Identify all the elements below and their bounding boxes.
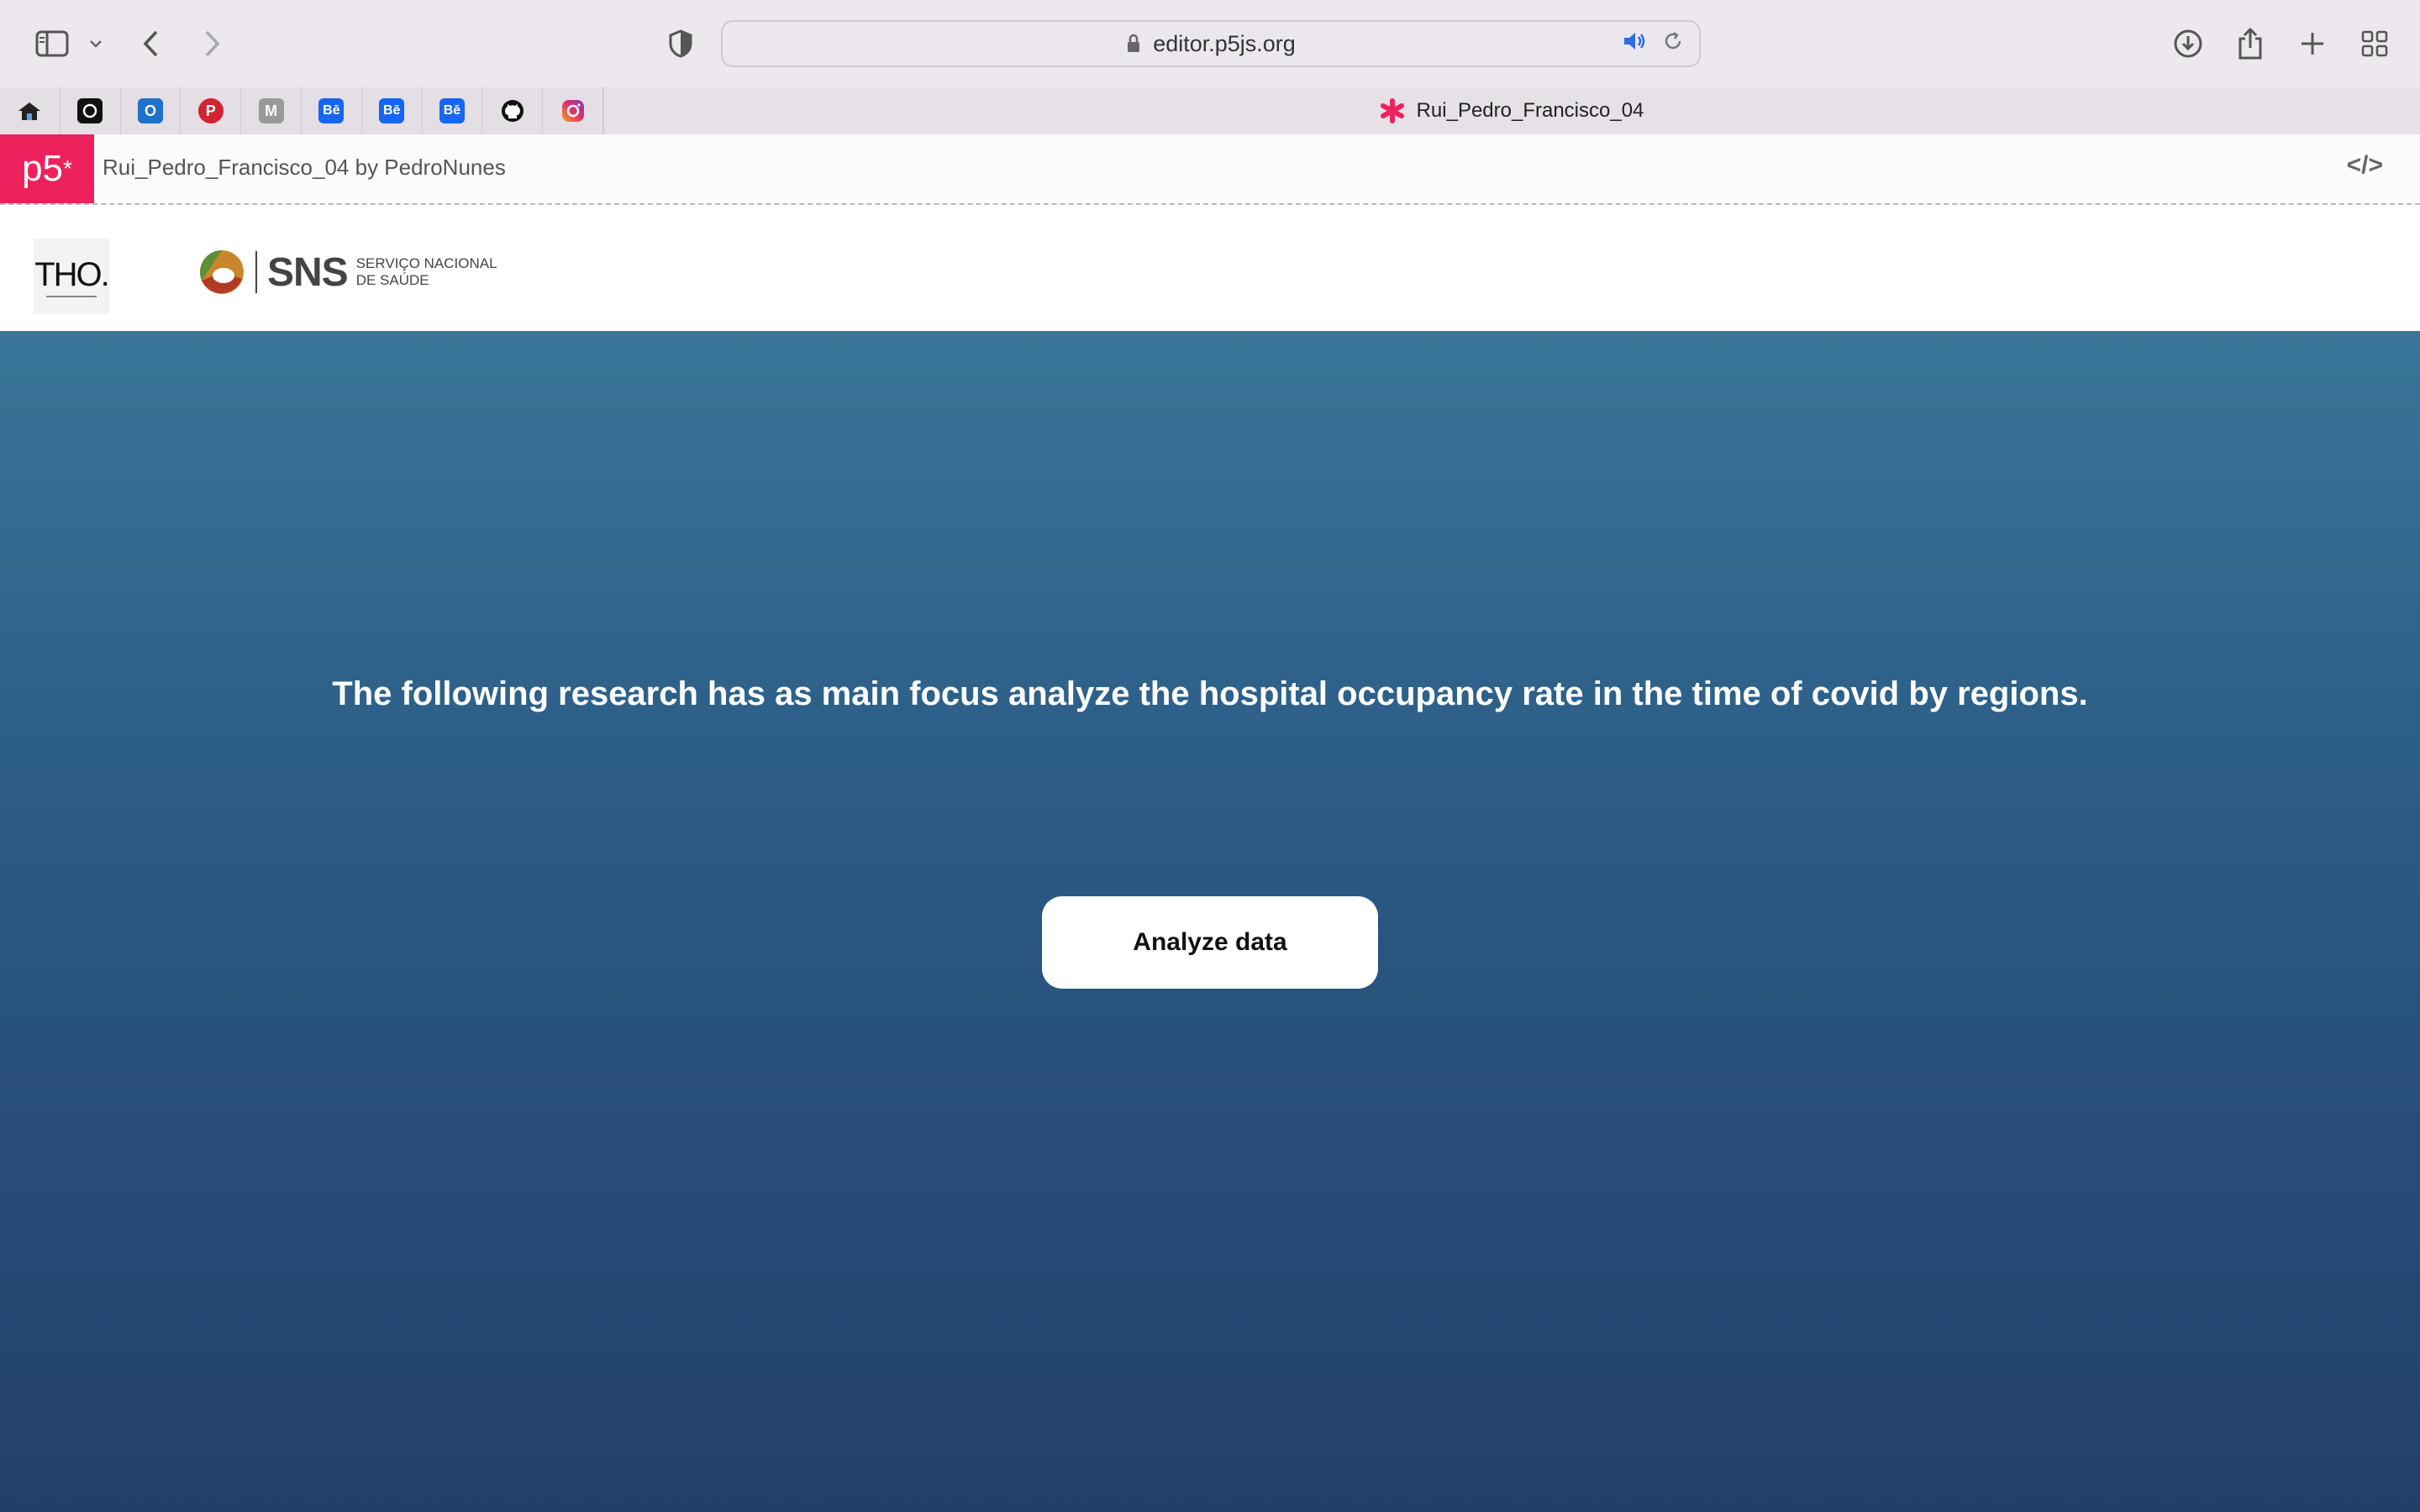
privacy-report-button[interactable] bbox=[655, 18, 706, 69]
sns-subtitle-line1: SERVIÇO NACIONAL bbox=[355, 255, 497, 271]
sketch-title[interactable]: Rui_Pedro_Francisco_04 by PedroNunes bbox=[103, 155, 506, 181]
sns-separator bbox=[255, 251, 257, 293]
sidebar-toggle-button[interactable] bbox=[27, 18, 77, 69]
browser-toolbar: editor.p5js.org bbox=[0, 0, 2420, 87]
share-icon bbox=[2238, 27, 2262, 60]
tab-bar: O P M Bē Bē Bē Rui_Pedro_Francisco_04 bbox=[0, 87, 2420, 135]
favorite-instagram[interactable] bbox=[543, 87, 603, 134]
home-icon bbox=[18, 102, 41, 120]
favorite-pinterest[interactable]: P bbox=[181, 87, 242, 134]
speaker-icon[interactable] bbox=[1622, 30, 1647, 52]
sns-subtitle: SERVIÇO NACIONAL DE SAÚDE bbox=[356, 255, 497, 289]
favorite-outlook[interactable]: O bbox=[121, 87, 182, 134]
intro-text: The following research has as main focus… bbox=[332, 675, 2088, 712]
p5-logo[interactable]: p5 * bbox=[0, 134, 94, 203]
chevron-right-icon bbox=[205, 30, 220, 57]
p5-asterisk-icon bbox=[1380, 98, 1404, 123]
grid-icon bbox=[2361, 30, 2388, 57]
outlook-icon: O bbox=[137, 98, 163, 123]
behance-icon: Bē bbox=[439, 98, 465, 123]
new-tab-button[interactable] bbox=[2287, 18, 2338, 69]
view-code-icon[interactable]: </> bbox=[2347, 151, 2383, 180]
tho-logo-underline bbox=[46, 295, 97, 297]
active-tab-title: Rui_Pedro_Francisco_04 bbox=[1416, 99, 1644, 122]
plus-icon bbox=[2302, 33, 2323, 55]
tho-logo-text: THO. bbox=[34, 255, 110, 293]
sns-mark-icon bbox=[200, 250, 244, 294]
address-bar[interactable]: editor.p5js.org bbox=[721, 20, 1701, 67]
favorite-github[interactable] bbox=[482, 87, 544, 134]
url-text: editor.p5js.org bbox=[1153, 30, 1296, 56]
chevron-down-icon bbox=[90, 40, 102, 48]
circle-app-icon bbox=[77, 98, 103, 123]
favorite-circle-app[interactable] bbox=[60, 87, 121, 134]
active-tab[interactable]: Rui_Pedro_Francisco_04 bbox=[603, 87, 2420, 134]
pinterest-icon: P bbox=[197, 98, 224, 123]
chevron-left-icon bbox=[143, 30, 158, 57]
favorites-bar: O P M Bē Bē Bē bbox=[0, 87, 604, 134]
back-button[interactable] bbox=[126, 18, 176, 69]
analyze-data-button[interactable]: Analyze data bbox=[1042, 896, 1378, 989]
shield-icon bbox=[669, 29, 692, 58]
reload-icon[interactable] bbox=[1662, 30, 1684, 52]
sidebar-icon bbox=[35, 30, 69, 57]
medium-icon: M bbox=[258, 98, 284, 123]
favorite-behance-2[interactable]: Bē bbox=[362, 87, 423, 134]
logo-header: THO. SNS SERVIÇO NACIONAL DE SAÚDE bbox=[0, 205, 2420, 331]
favorite-behance-3[interactable]: Bē bbox=[423, 87, 483, 134]
sns-subtitle-line2: DE SAÚDE bbox=[355, 272, 429, 288]
instagram-icon bbox=[561, 100, 584, 122]
lock-icon bbox=[1128, 34, 1140, 52]
tab-overview-button[interactable] bbox=[2349, 18, 2400, 69]
behance-icon: Bē bbox=[379, 98, 405, 123]
favorite-behance-1[interactable]: Bē bbox=[302, 87, 362, 134]
sns-logo: SNS SERVIÇO NACIONAL DE SAÚDE bbox=[198, 245, 497, 299]
forward-button[interactable] bbox=[187, 18, 237, 69]
share-button[interactable] bbox=[2225, 18, 2275, 69]
favorite-medium[interactable]: M bbox=[241, 87, 302, 134]
p5-logo-text: p5 bbox=[22, 148, 64, 189]
p5-logo-star: * bbox=[63, 155, 72, 181]
download-icon bbox=[2174, 29, 2202, 58]
github-icon bbox=[501, 100, 523, 122]
p5-editor-header: p5 * Rui_Pedro_Francisco_04 by PedroNunes… bbox=[0, 134, 2420, 205]
tho-logo: THO. bbox=[34, 239, 110, 314]
sidebar-menu-chevron[interactable] bbox=[71, 18, 121, 69]
hero-section: The following research has as main focus… bbox=[0, 331, 2420, 1512]
favorite-home[interactable] bbox=[0, 87, 60, 134]
downloads-button[interactable] bbox=[2163, 18, 2213, 69]
behance-icon: Bē bbox=[318, 98, 345, 123]
sns-logo-text: SNS bbox=[267, 249, 349, 295]
